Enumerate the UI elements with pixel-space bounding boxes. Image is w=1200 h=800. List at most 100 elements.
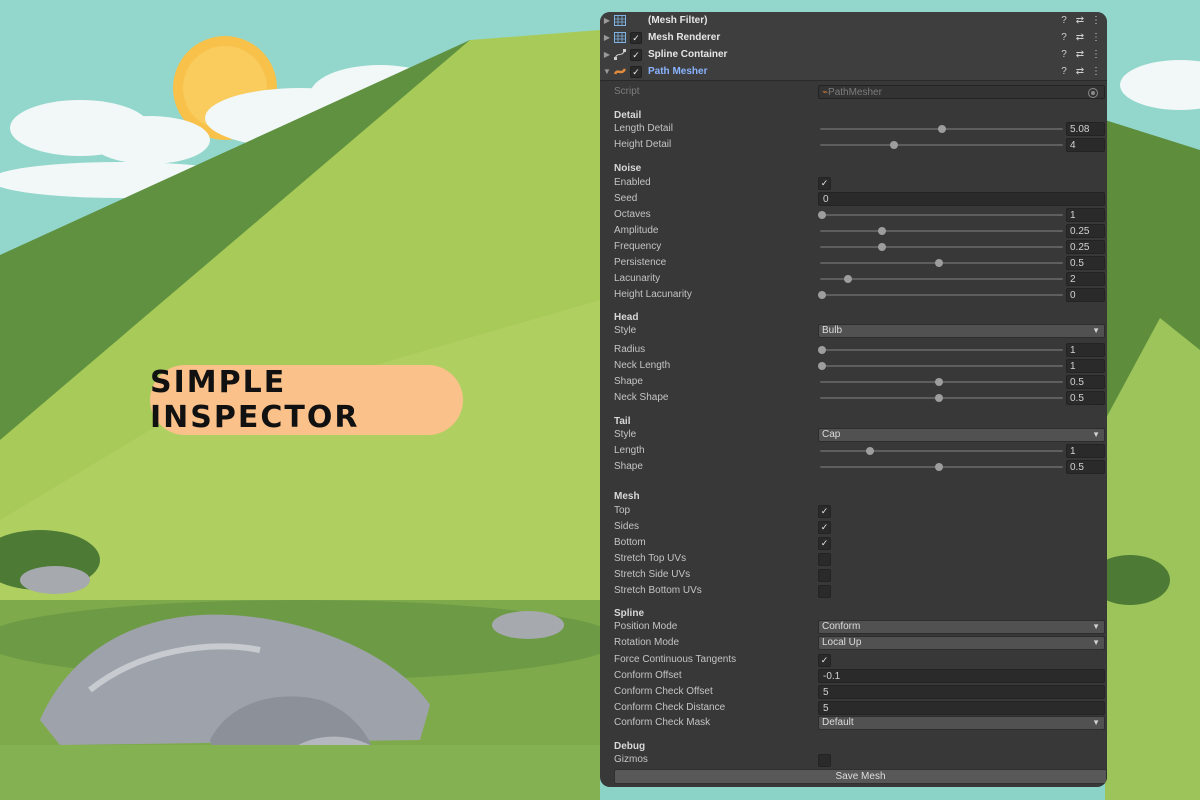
slider-handle[interactable] — [865, 447, 874, 455]
slider-handle[interactable] — [935, 394, 944, 402]
lacunarity-input[interactable]: 2 — [1066, 272, 1105, 286]
slider-handle[interactable] — [935, 378, 944, 386]
stretch-side-uvs-checkbox[interactable] — [818, 569, 831, 582]
expand-arrow-icon[interactable]: ▶ — [600, 33, 614, 42]
neck-shape-slider[interactable] — [818, 390, 1065, 406]
component-enabled-checkbox[interactable]: ✓ — [630, 65, 642, 78]
head-shape-slider[interactable] — [818, 374, 1065, 390]
tail-length-slider[interactable] — [818, 443, 1065, 459]
tail-style-dropdown[interactable]: Cap ▼ — [818, 428, 1105, 442]
conform-offset-input[interactable]: -0.1 — [818, 669, 1105, 683]
presets-icon[interactable]: ⇄ — [1075, 15, 1085, 26]
octaves-label: Octaves — [614, 209, 651, 220]
frequency-input[interactable]: 0.25 — [1066, 240, 1105, 254]
stretch-bottom-uvs-checkbox[interactable] — [818, 585, 831, 598]
slider-handle[interactable] — [818, 346, 826, 354]
height-lacunarity-input[interactable]: 0 — [1066, 288, 1105, 302]
tail-style-label: Style — [614, 429, 637, 440]
neck-length-input[interactable]: 1 — [1066, 359, 1105, 373]
slider-handle[interactable] — [889, 141, 898, 149]
help-icon[interactable]: ? — [1059, 15, 1069, 26]
slider-handle[interactable] — [844, 275, 853, 283]
conform-check-offset-input[interactable]: 5 — [818, 685, 1105, 699]
height-detail-slider[interactable] — [818, 137, 1065, 153]
tail-length-input[interactable]: 1 — [1066, 444, 1105, 458]
conform-check-mask-dropdown[interactable]: Default ▼ — [818, 716, 1105, 730]
position-mode-dropdown[interactable]: Conform ▼ — [818, 620, 1105, 634]
slider-handle[interactable] — [877, 227, 886, 235]
tail-style-row: Style Cap ▼ — [600, 427, 1107, 443]
more-menu-icon[interactable]: ⋮ — [1091, 66, 1101, 77]
octaves-input[interactable]: 1 — [1066, 208, 1105, 222]
more-menu-icon[interactable]: ⋮ — [1091, 32, 1101, 43]
mesh-top-checkbox[interactable]: ✓ — [818, 505, 831, 518]
component-header-spline-container[interactable]: ▶ ✓ Spline Container ? ⇄ ⋮ — [600, 46, 1107, 64]
height-detail-input[interactable]: 4 — [1066, 138, 1105, 152]
slider-handle[interactable] — [818, 362, 826, 370]
height-lacunarity-slider[interactable] — [818, 287, 1065, 303]
tail-shape-slider[interactable] — [818, 459, 1065, 475]
neck-length-slider[interactable] — [818, 358, 1065, 374]
neck-length-row: Neck Length 1 — [600, 358, 1107, 374]
mesh-sides-checkbox[interactable]: ✓ — [818, 521, 831, 534]
collapse-arrow-icon[interactable]: ▼ — [600, 67, 614, 76]
slider-handle[interactable] — [937, 125, 946, 133]
radius-input[interactable]: 1 — [1066, 343, 1105, 357]
script-field[interactable]: ⌁PathMesher — [818, 85, 1105, 99]
head-style-dropdown[interactable]: Bulb ▼ — [818, 324, 1105, 338]
lacunarity-slider[interactable] — [818, 271, 1065, 287]
head-shape-input[interactable]: 0.5 — [1066, 375, 1105, 389]
component-enabled-checkbox[interactable]: ✓ — [630, 48, 642, 61]
component-header-path-mesher[interactable]: ▼ ✓ Path Mesher ? ⇄ ⋮ — [600, 63, 1107, 81]
octaves-slider[interactable] — [818, 207, 1065, 223]
help-icon[interactable]: ? — [1059, 49, 1069, 60]
stretch-side-uvs-row: Stretch Side UVs — [600, 567, 1107, 583]
stretch-bottom-uvs-row: Stretch Bottom UVs — [600, 583, 1107, 599]
conform-check-distance-row: Conform Check Distance 5 — [600, 700, 1107, 716]
slider-handle[interactable] — [818, 211, 826, 219]
neck-shape-row: Neck Shape 0.5 — [600, 390, 1107, 406]
expand-arrow-icon[interactable]: ▶ — [600, 16, 614, 25]
slider-handle[interactable] — [877, 243, 886, 251]
length-detail-label: Length Detail — [614, 123, 673, 134]
length-detail-slider[interactable] — [818, 121, 1065, 137]
frequency-slider[interactable] — [818, 239, 1065, 255]
radius-slider[interactable] — [818, 342, 1065, 358]
amplitude-input[interactable]: 0.25 — [1066, 224, 1105, 238]
presets-icon[interactable]: ⇄ — [1075, 66, 1085, 77]
tail-shape-input[interactable]: 0.5 — [1066, 460, 1105, 474]
more-menu-icon[interactable]: ⋮ — [1091, 49, 1101, 60]
force-continuous-tangents-checkbox[interactable]: ✓ — [818, 654, 831, 667]
expand-arrow-icon[interactable]: ▶ — [600, 50, 614, 59]
neck-shape-input[interactable]: 0.5 — [1066, 391, 1105, 405]
noise-enabled-checkbox[interactable]: ✓ — [818, 177, 831, 190]
object-picker-icon[interactable] — [1088, 88, 1098, 98]
component-header-mesh-renderer[interactable]: ▶ ✓ Mesh Renderer ? ⇄ ⋮ — [600, 29, 1107, 47]
seed-input[interactable]: 0 — [818, 192, 1105, 206]
rotation-mode-dropdown[interactable]: Local Up ▼ — [818, 636, 1105, 650]
presets-icon[interactable]: ⇄ — [1075, 32, 1085, 43]
component-header-mesh-filter[interactable]: ▶ (Mesh Filter) ? ⇄ ⋮ — [600, 12, 1107, 30]
length-detail-input[interactable]: 5.08 — [1066, 122, 1105, 136]
conform-check-distance-input[interactable]: 5 — [818, 701, 1105, 715]
inspector-panel: ▶ (Mesh Filter) ? ⇄ ⋮ ▶ ✓ Mesh Renderer ? ⇄… — [600, 12, 1107, 787]
component-name-path-mesher: Path Mesher — [648, 66, 708, 77]
slider-handle[interactable] — [818, 291, 826, 299]
stretch-top-uvs-checkbox[interactable] — [818, 553, 831, 566]
more-menu-icon[interactable]: ⋮ — [1091, 15, 1101, 26]
save-mesh-button[interactable]: Save Mesh — [614, 769, 1107, 784]
slider-handle[interactable] — [935, 463, 944, 471]
presets-icon[interactable]: ⇄ — [1075, 49, 1085, 60]
gizmos-checkbox[interactable] — [818, 754, 831, 767]
amplitude-slider[interactable] — [818, 223, 1065, 239]
path-mesher-icon — [614, 68, 626, 75]
slider-handle[interactable] — [935, 259, 944, 267]
persistence-slider[interactable] — [818, 255, 1065, 271]
help-icon[interactable]: ? — [1059, 66, 1069, 77]
mesh-bottom-checkbox[interactable]: ✓ — [818, 537, 831, 550]
help-icon[interactable]: ? — [1059, 32, 1069, 43]
mesh-renderer-icon — [614, 32, 626, 43]
persistence-input[interactable]: 0.5 — [1066, 256, 1105, 270]
neck-shape-label: Neck Shape — [614, 392, 669, 403]
component-enabled-checkbox[interactable]: ✓ — [630, 31, 642, 44]
